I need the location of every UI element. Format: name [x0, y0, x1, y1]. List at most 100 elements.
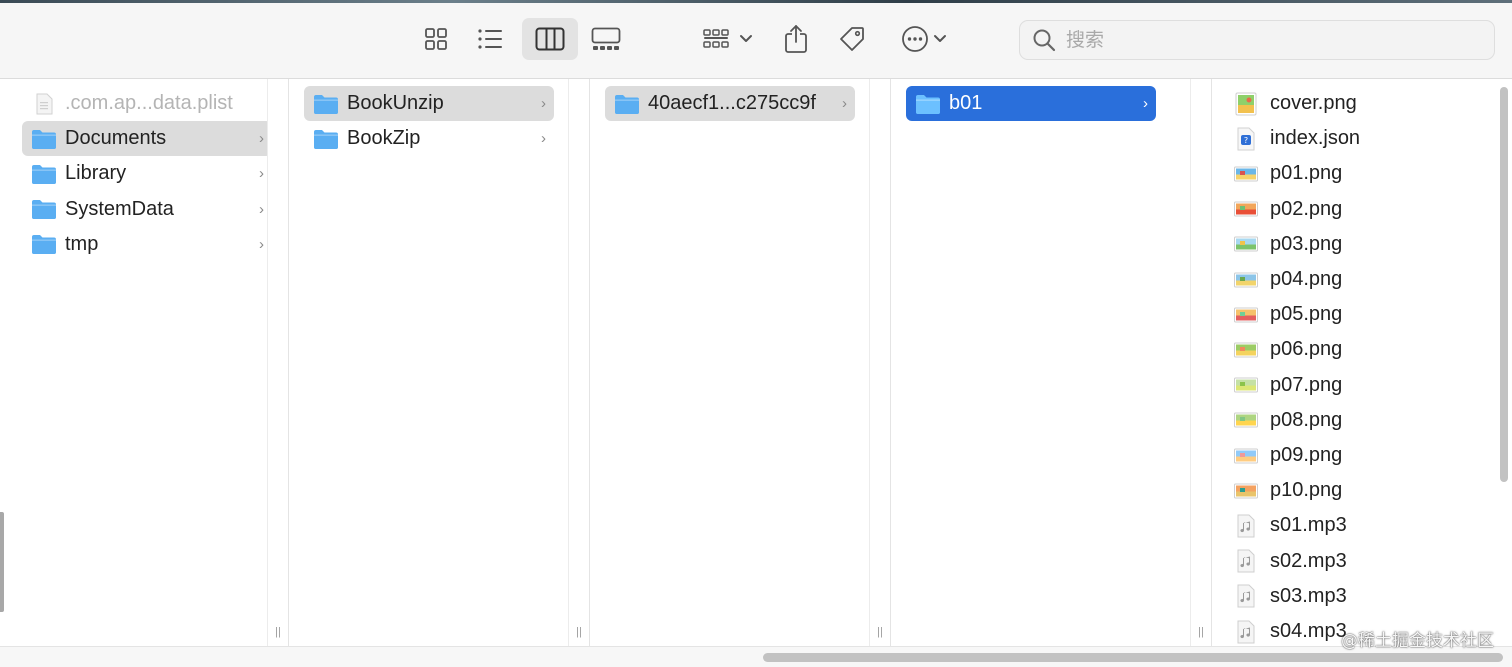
watermark: @稀土掘金技术社区	[1341, 631, 1494, 651]
file-row[interactable]: p06.png	[1234, 332, 1342, 367]
image-file-icon	[1234, 373, 1258, 397]
share-icon	[785, 25, 807, 53]
list-view-icon	[478, 29, 502, 49]
image-file-icon	[1234, 444, 1258, 468]
file-label: p05.png	[1270, 303, 1343, 326]
file-row[interactable]: p05.png	[1234, 297, 1342, 332]
image-file-icon	[1234, 303, 1258, 327]
folder-icon	[30, 162, 58, 186]
column-list: 40aecf1...c275cc9f ›	[590, 79, 870, 646]
column-resize-gutter[interactable]: ||	[568, 79, 589, 646]
file-row[interactable]: s01.mp3	[1234, 508, 1347, 543]
vertical-scrollbar-thumb[interactable]	[1500, 87, 1508, 482]
browser-column-2: BookUnzip › BookZip › ||	[289, 79, 590, 646]
resize-grip-icon[interactable]: ||	[574, 626, 584, 638]
gallery-view-icon	[591, 27, 621, 50]
more-actions-button[interactable]	[894, 18, 954, 60]
file-label: p06.png	[1270, 338, 1343, 361]
chevron-right-icon: ›	[842, 95, 847, 112]
search-field[interactable]	[1019, 20, 1495, 60]
column-resize-gutter[interactable]: ||	[869, 79, 890, 646]
file-label: p03.png	[1270, 232, 1343, 255]
column-view-button[interactable]	[522, 18, 578, 60]
vertical-scrollbar[interactable]	[1498, 79, 1510, 646]
column-resize-gutter[interactable]: ||	[267, 79, 288, 646]
item-label: 40aecf1...c275cc9f	[648, 92, 816, 114]
file-row[interactable]: p08.png	[1234, 403, 1342, 438]
share-button[interactable]	[774, 18, 818, 60]
chevron-right-icon: ›	[1143, 95, 1148, 112]
file-row[interactable]: p02.png	[1234, 192, 1342, 227]
file-row[interactable]: ? index.json	[1234, 121, 1360, 156]
group-by-icon	[703, 29, 729, 48]
file-label: p09.png	[1270, 444, 1343, 466]
folder-row[interactable]: BookUnzip ›	[304, 86, 554, 121]
file-label: p02.png	[1270, 197, 1343, 220]
file-row[interactable]: s03.mp3	[1234, 579, 1347, 614]
item-label: Documents	[65, 127, 167, 150]
chevron-down-icon	[934, 35, 946, 42]
file-row[interactable]: cover.png	[1234, 86, 1357, 121]
search-input[interactable]	[1064, 28, 1468, 52]
browser-column-3: 40aecf1...c275cc9f › ||	[590, 79, 891, 646]
files-column: cover.png? index.json p01.png p02.png p03.pn…	[1212, 79, 1512, 646]
tag-icon	[840, 27, 864, 51]
chevron-right-icon: ›	[259, 235, 264, 253]
audio-file-icon	[1234, 514, 1258, 538]
json-file-icon: ?	[1234, 127, 1258, 151]
gallery-view-button[interactable]	[582, 18, 630, 60]
tag-button[interactable]	[830, 18, 874, 60]
file-row[interactable]: p09.png	[1234, 438, 1342, 473]
icon-view-button[interactable]	[412, 18, 460, 60]
finder-window: .com.ap...data.plist Documents › Library › Sy…	[0, 0, 1512, 667]
image-file-icon	[1234, 479, 1258, 503]
column-list: b01 ›	[891, 79, 1191, 646]
folder-row[interactable]: Library ›	[22, 156, 272, 191]
item-label: Library	[65, 162, 127, 185]
chevron-right-icon: ›	[541, 130, 546, 148]
horizontal-scrollbar[interactable]	[0, 646, 1512, 667]
file-label: s02.mp3	[1270, 549, 1347, 572]
folder-row[interactable]: Documents ›	[22, 121, 272, 157]
file-row[interactable]: .com.ap...data.plist	[22, 86, 272, 121]
file-row[interactable]: p10.png	[1234, 473, 1342, 508]
column-view-icon	[535, 27, 565, 51]
image-file-icon	[1234, 197, 1258, 221]
folder-row[interactable]: tmp ›	[22, 227, 272, 262]
folder-row[interactable]: SystemData ›	[22, 192, 272, 227]
folder-icon	[30, 232, 58, 256]
chevron-right-icon: ›	[541, 95, 546, 112]
image-file-icon	[1234, 162, 1258, 186]
file-row[interactable]: p04.png	[1234, 262, 1342, 297]
file-row[interactable]: p07.png	[1234, 368, 1342, 403]
resize-grip-icon[interactable]: ||	[1196, 626, 1206, 638]
column-resize-gutter[interactable]: ||	[1190, 79, 1211, 646]
column-list: .com.ap...data.plist Documents › Library › Sy…	[0, 79, 272, 646]
file-label: index.json	[1270, 127, 1361, 150]
list-view-button[interactable]	[466, 18, 514, 60]
item-label: SystemData	[65, 197, 174, 220]
chevron-right-icon: ›	[259, 165, 264, 183]
file-row[interactable]: p03.png	[1234, 227, 1342, 262]
resize-grip-icon[interactable]: ||	[273, 626, 283, 638]
folder-row[interactable]: b01 ›	[906, 86, 1156, 121]
toolbar	[0, 3, 1512, 79]
item-label: .com.ap...data.plist	[65, 92, 233, 114]
image-file-icon	[1234, 338, 1258, 362]
group-by-button[interactable]	[696, 18, 760, 60]
file-row[interactable]: p01.png	[1234, 156, 1342, 191]
folder-icon	[312, 127, 340, 151]
folder-icon	[30, 127, 58, 151]
chevron-right-icon: ›	[259, 130, 264, 148]
image-file-icon	[1234, 232, 1258, 256]
browser-column-1: .com.ap...data.plist Documents › Library › Sy…	[0, 79, 289, 646]
horizontal-scrollbar-thumb[interactable]	[763, 653, 1503, 662]
file-row[interactable]: s02.mp3	[1234, 544, 1347, 579]
search-icon	[1033, 29, 1056, 52]
file-row[interactable]: s04.mp3	[1234, 614, 1347, 646]
column-list: BookUnzip › BookZip ›	[289, 79, 569, 646]
folder-row[interactable]: BookZip ›	[304, 121, 554, 156]
file-label: s04.mp3	[1270, 620, 1347, 642]
resize-grip-icon[interactable]: ||	[875, 626, 885, 638]
folder-row[interactable]: 40aecf1...c275cc9f ›	[605, 86, 855, 121]
